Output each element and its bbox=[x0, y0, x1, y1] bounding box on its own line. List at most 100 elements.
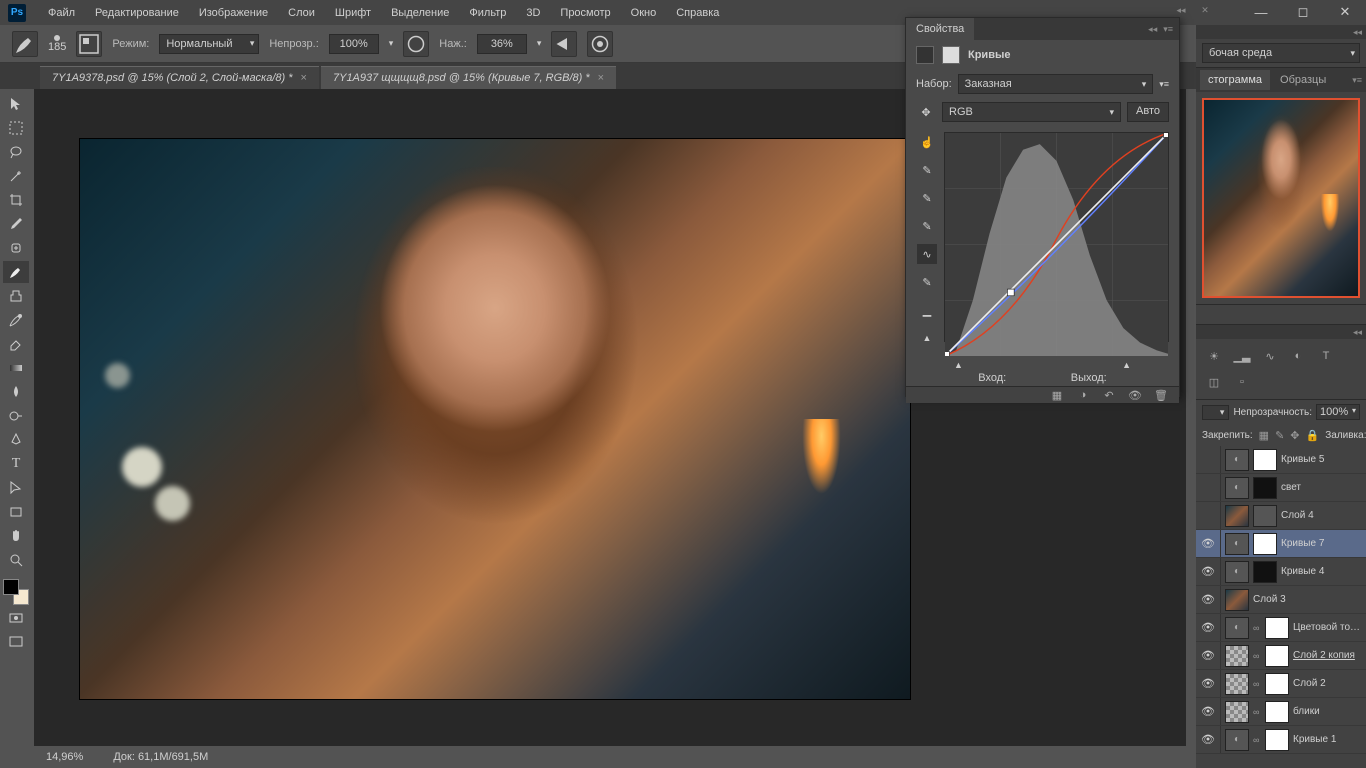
sample-white-icon[interactable]: ✎ bbox=[917, 216, 937, 236]
layer-name[interactable]: Кривые 1 bbox=[1293, 734, 1362, 745]
panel-menu-icon[interactable]: ▾≡ bbox=[1352, 75, 1366, 86]
type-tool[interactable]: T bbox=[3, 453, 29, 475]
layer-thumbnail[interactable]: ◐ bbox=[1225, 449, 1249, 471]
layer-thumbnail[interactable]: ◐ bbox=[1225, 617, 1249, 639]
brush-preset-picker[interactable]: 185 bbox=[48, 35, 66, 53]
layer-thumbnail[interactable]: ◐ bbox=[1225, 533, 1249, 555]
panel-collapse-icon[interactable]: ◂◂ bbox=[1172, 2, 1190, 18]
visibility-toggle-icon[interactable]: 👁 bbox=[1200, 621, 1216, 634]
layer-row[interactable]: 👁◐∞Кривые 1 bbox=[1196, 726, 1366, 754]
menu-выделение[interactable]: Выделение bbox=[381, 3, 459, 23]
menu-изображение[interactable]: Изображение bbox=[189, 3, 278, 23]
layer-thumbnail[interactable]: ◐ bbox=[1225, 561, 1249, 583]
close-button[interactable]: ✕ bbox=[1330, 2, 1360, 22]
visibility-toggle-icon[interactable]: 👁 bbox=[1200, 565, 1216, 578]
lock-pixels-icon[interactable]: ✎ bbox=[1275, 428, 1284, 442]
reset-icon[interactable]: ↶ bbox=[1101, 387, 1117, 403]
menu-фильтр[interactable]: Фильтр bbox=[459, 3, 516, 23]
edit-points-icon[interactable]: ∿ bbox=[917, 244, 937, 264]
layer-row[interactable]: 👁◐∞Цветовой тон/Насыщенность 1 ко... bbox=[1196, 614, 1366, 642]
menu-3d[interactable]: 3D bbox=[516, 3, 550, 23]
magic-wand-tool[interactable] bbox=[3, 165, 29, 187]
channel-select[interactable]: RGB▾ bbox=[942, 102, 1121, 122]
visibility-toggle-icon[interactable]: 👁 bbox=[1200, 733, 1216, 746]
layer-name[interactable]: блики bbox=[1293, 706, 1362, 717]
sample-black-icon[interactable]: ✎ bbox=[917, 160, 937, 180]
document-canvas[interactable] bbox=[80, 139, 910, 699]
histogram-options-icon[interactable]: ▲ bbox=[917, 328, 937, 348]
visibility-toggle-icon[interactable]: 👁 bbox=[1200, 705, 1216, 718]
gradient-tool[interactable] bbox=[3, 357, 29, 379]
brush-tool[interactable] bbox=[3, 261, 29, 283]
hand-tool[interactable] bbox=[3, 525, 29, 547]
curves-graph[interactable] bbox=[944, 132, 1169, 342]
preset-menu-icon[interactable]: ▾≡ bbox=[1159, 79, 1169, 90]
layer-mask-thumbnail[interactable] bbox=[1265, 617, 1289, 639]
hue-icon[interactable]: ◐ bbox=[1288, 347, 1308, 365]
menu-просмотр[interactable]: Просмотр bbox=[550, 3, 620, 23]
airbrush-icon[interactable] bbox=[551, 31, 577, 57]
layer-row[interactable]: 👁 ◐ Кривые 4 bbox=[1196, 558, 1366, 586]
marquee-tool[interactable] bbox=[3, 117, 29, 139]
curves-icon[interactable]: ∿ bbox=[1260, 347, 1280, 365]
properties-tab[interactable]: Свойства bbox=[906, 18, 974, 40]
minimize-button[interactable]: — bbox=[1246, 2, 1276, 22]
history-brush-tool[interactable] bbox=[3, 309, 29, 331]
layer-thumbnail[interactable] bbox=[1225, 505, 1249, 527]
more-icon[interactable]: ▫ bbox=[1232, 373, 1252, 391]
document-tab[interactable]: 7Y1A9378.psd @ 15% (Слой 2, Слой-маска/8… bbox=[40, 66, 319, 89]
layer-mask-thumbnail[interactable] bbox=[1253, 533, 1277, 555]
collapse-icon[interactable]: ◂◂ bbox=[1353, 27, 1362, 38]
layer-name[interactable]: Цветовой тон/Насыщенность 1 ко... bbox=[1293, 622, 1362, 633]
layer-mask-thumbnail[interactable] bbox=[1265, 673, 1289, 695]
workspace-select[interactable]: бочая среда bbox=[1202, 43, 1360, 63]
layer-mask-thumbnail[interactable] bbox=[1253, 561, 1277, 583]
layer-name[interactable]: Кривые 4 bbox=[1281, 566, 1362, 577]
layer-name[interactable]: свет bbox=[1281, 482, 1362, 493]
blend-mode-select[interactable]: Нормальный bbox=[159, 34, 259, 54]
blur-tool[interactable] bbox=[3, 381, 29, 403]
dodge-tool[interactable] bbox=[3, 405, 29, 427]
collapse-icon[interactable]: ◂◂ bbox=[1353, 327, 1362, 338]
zoom-level[interactable]: 14,96% bbox=[46, 751, 83, 763]
rectangle-tool[interactable] bbox=[3, 501, 29, 523]
pen-tool[interactable] bbox=[3, 429, 29, 451]
menu-файл[interactable]: Файл bbox=[38, 3, 85, 23]
lock-transparency-icon[interactable]: ▦ bbox=[1259, 428, 1269, 442]
brightness-icon[interactable]: ☀ bbox=[1204, 347, 1224, 365]
swatches-tab[interactable]: Образцы bbox=[1272, 70, 1334, 90]
chevron-down-icon[interactable]: ▾ bbox=[537, 38, 542, 49]
quick-mask-icon[interactable] bbox=[3, 607, 29, 629]
layer-row[interactable]: 👁◐Кривые 7 bbox=[1196, 530, 1366, 558]
auto-button[interactable]: Авто bbox=[1127, 102, 1169, 122]
chevron-down-icon[interactable]: ▾ bbox=[389, 38, 394, 49]
histogram-tab[interactable]: стограмма bbox=[1200, 70, 1270, 90]
visibility-toggle-icon[interactable]: 👁 bbox=[1200, 593, 1216, 606]
target-adjust-icon[interactable]: ☝ bbox=[917, 132, 937, 152]
levels-icon[interactable]: ▁▃ bbox=[1232, 347, 1252, 365]
document-tab[interactable]: 7Y1A937 щщщщ8.psd @ 15% (Кривые 7, RGB/8… bbox=[321, 66, 616, 89]
layer-mask-thumbnail[interactable] bbox=[1253, 505, 1277, 527]
menu-справка[interactable]: Справка bbox=[666, 3, 729, 23]
panel-collapse-icon[interactable]: ◂◂ bbox=[1148, 24, 1157, 35]
layer-thumbnail[interactable] bbox=[1225, 589, 1249, 611]
panel-close-icon[interactable]: ✕ bbox=[1196, 2, 1214, 18]
layer-row[interactable]: ◐свет bbox=[1196, 474, 1366, 502]
menu-шрифт[interactable]: Шрифт bbox=[325, 3, 381, 23]
layer-row[interactable]: 👁∞Слой 2 копия bbox=[1196, 642, 1366, 670]
preset-select[interactable]: Заказная▾ bbox=[958, 74, 1154, 94]
sample-gray-icon[interactable]: ✎ bbox=[917, 188, 937, 208]
layer-mask-thumbnail[interactable] bbox=[1265, 645, 1289, 667]
visibility-toggle-icon[interactable]: 👁 bbox=[1127, 387, 1143, 403]
layer-name[interactable]: Кривые 5 bbox=[1281, 454, 1362, 465]
maximize-button[interactable]: ◻ bbox=[1288, 2, 1318, 22]
lock-all-icon[interactable]: 🔒 bbox=[1306, 428, 1320, 442]
type-icon[interactable]: T bbox=[1316, 347, 1336, 365]
tab-close-icon[interactable]: × bbox=[301, 72, 307, 84]
smooth-icon[interactable]: ▁ bbox=[917, 300, 937, 320]
path-selection-tool[interactable] bbox=[3, 477, 29, 499]
layer-row[interactable]: Слой 4 bbox=[1196, 502, 1366, 530]
layer-name[interactable]: Слой 4 bbox=[1281, 510, 1362, 521]
eyedropper-tool[interactable] bbox=[3, 213, 29, 235]
visibility-toggle-icon[interactable]: 👁 bbox=[1200, 649, 1216, 662]
